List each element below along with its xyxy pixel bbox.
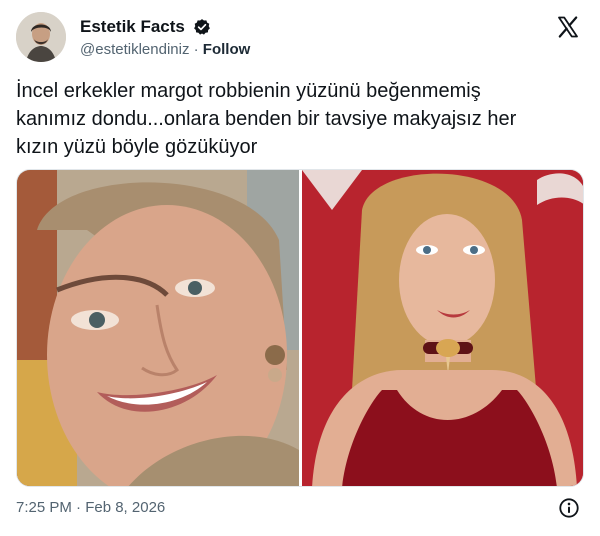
makeup-free-selfie-photo[interactable] (17, 170, 299, 486)
post-timestamp[interactable]: 7:25 PM · Feb 8, 2026 (16, 499, 165, 516)
info-icon[interactable] (558, 497, 580, 519)
handle-row: @estetiklendiniz · Follow (80, 41, 250, 58)
verified-badge-icon (194, 19, 211, 35)
display-name[interactable]: Estetik Facts (80, 17, 185, 37)
follow-button[interactable]: Follow (203, 41, 251, 58)
makeup-free-selfie-image (17, 170, 299, 486)
post-text: İncel erkekler margot robbienin yüzünü b… (16, 80, 517, 158)
red-carpet-image (302, 170, 583, 486)
red-carpet-photo[interactable] (302, 170, 583, 486)
author-info: Estetik Facts @estetiklendiniz · Follow (80, 17, 250, 58)
post-media[interactable] (16, 169, 584, 487)
separator: · (193, 41, 199, 58)
avatar[interactable] (16, 12, 66, 62)
post-header: Estetik Facts @estetiklendiniz · Follow (16, 12, 584, 68)
x-logo-icon[interactable] (556, 15, 580, 39)
handle[interactable]: @estetiklendiniz (80, 41, 189, 58)
avatar-image (16, 12, 66, 62)
post-footer: 7:25 PM · Feb 8, 2026 (16, 497, 584, 521)
